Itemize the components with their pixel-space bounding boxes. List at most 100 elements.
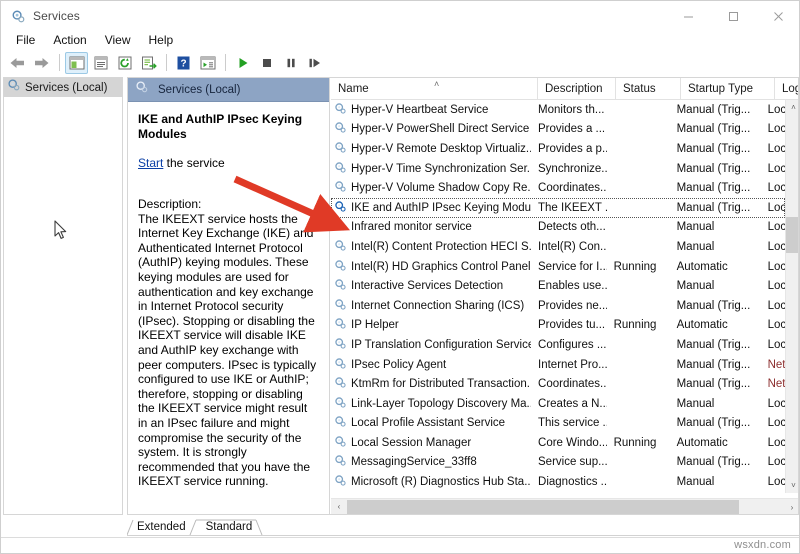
row-logon-cell: Loc: [767, 162, 785, 175]
window-title: Services: [33, 9, 80, 23]
row-name-cell: IP Helper: [331, 317, 531, 333]
table-row[interactable]: Microsoft (R) Diagnostics Hub Sta... Diag…: [331, 472, 785, 492]
services-gear-icon: [334, 219, 347, 235]
toolbar-separator-3: [225, 54, 226, 71]
forward-icon[interactable]: [30, 52, 53, 74]
row-logon-cell: Loc: [767, 417, 785, 430]
row-name-cell: Internet Connection Sharing (ICS): [331, 298, 531, 314]
row-name-cell: Intel(R) Content Protection HECI S...: [331, 239, 531, 255]
row-description-cell: Service sup...: [538, 456, 607, 469]
column-status[interactable]: Status: [616, 78, 681, 100]
row-name-cell: IP Translation Configuration Service: [331, 337, 531, 353]
row-name-cell: Hyper-V Volume Shadow Copy Re...: [331, 180, 531, 196]
row-service-name: Hyper-V PowerShell Direct Service: [351, 123, 530, 136]
row-service-name: IP Helper: [351, 319, 399, 332]
minimize-button[interactable]: [666, 1, 711, 31]
column-name[interactable]: Name ˄: [331, 78, 538, 100]
row-service-name: Local Session Manager: [351, 436, 472, 449]
close-button[interactable]: [756, 1, 799, 31]
table-row[interactable]: MessagingService_33ff8 Service sup... Manu…: [331, 453, 785, 473]
menu-help[interactable]: Help: [140, 32, 183, 49]
back-icon[interactable]: [6, 52, 29, 74]
row-logon-cell: Loc: [767, 260, 785, 273]
row-logon-cell: Loc: [767, 123, 785, 136]
row-startup-type-cell: Automatic: [676, 436, 728, 449]
row-service-name: KtmRm for Distributed Transaction...: [351, 378, 532, 391]
maximize-button[interactable]: [711, 1, 756, 31]
tab-extended[interactable]: Extended: [127, 519, 196, 536]
services-gear-icon: [334, 239, 347, 255]
services-gear-icon: [334, 259, 347, 275]
table-row[interactable]: IP Translation Configuration Service Conf…: [331, 335, 785, 355]
table-row[interactable]: Intel(R) Content Protection HECI S... Int…: [331, 237, 785, 257]
list-column-headers: Name ˄ Description Status Startup Type Log: [331, 78, 798, 100]
horizontal-scrollbar[interactable]: ‹ ›: [331, 498, 798, 515]
table-row[interactable]: KtmRm for Distributed Transaction... Coor…: [331, 374, 785, 394]
table-row[interactable]: Hyper-V Heartbeat Service Monitors th... M…: [331, 100, 785, 120]
row-description-cell: Diagnostics ...: [538, 476, 607, 489]
column-log-on-as[interactable]: Log: [775, 78, 798, 100]
row-logon-cell: Loc: [767, 299, 785, 312]
table-row[interactable]: IKE and AuthIP IPsec Keying Modu... The I…: [331, 197, 785, 218]
services-gear-icon: [334, 298, 347, 314]
row-name-cell: KtmRm for Distributed Transaction...: [331, 376, 531, 392]
body-area: Services (Local) Services (Local) IKE an…: [1, 75, 799, 517]
row-service-name: IKE and AuthIP IPsec Keying Modu...: [351, 201, 532, 214]
table-row[interactable]: IPsec Policy Agent Internet Pro... Manual …: [331, 355, 785, 375]
start-service-icon[interactable]: [231, 52, 254, 74]
restart-service-icon[interactable]: [303, 52, 326, 74]
services-gear-icon: [334, 396, 347, 412]
pause-service-icon[interactable]: [279, 52, 302, 74]
horizontal-scroll-thumb[interactable]: [347, 500, 739, 514]
column-description[interactable]: Description: [538, 78, 616, 100]
scroll-up-button[interactable]: ˄: [786, 100, 798, 115]
tab-standard[interactable]: Standard: [196, 519, 263, 536]
menu-view[interactable]: View: [96, 32, 140, 49]
table-row[interactable]: Hyper-V PowerShell Direct Service Provide…: [331, 120, 785, 140]
row-description-cell: Provides tu...: [538, 319, 606, 332]
row-logon-cell: Loc: [767, 201, 785, 214]
show-hide-console-tree-icon[interactable]: [65, 51, 88, 74]
scroll-left-button[interactable]: ‹: [331, 499, 347, 515]
show-action-pane-icon[interactable]: [196, 52, 219, 74]
row-name-cell: Interactive Services Detection: [331, 278, 531, 294]
table-row[interactable]: Intel(R) HD Graphics Control Panel... Ser…: [331, 257, 785, 277]
row-name-cell: Hyper-V Heartbeat Service: [331, 102, 531, 118]
view-tabs: Extended Standard: [127, 518, 799, 536]
table-row[interactable]: Local Session Manager Core Windo... Runnin…: [331, 433, 785, 453]
table-row[interactable]: Hyper-V Remote Desktop Virtualiz... Provi…: [331, 139, 785, 159]
sidebar-item-services-local[interactable]: Services (Local): [4, 78, 122, 97]
services-gear-icon: [334, 180, 347, 196]
table-row[interactable]: Hyper-V Time Synchronization Ser... Synch…: [331, 159, 785, 179]
scroll-right-button[interactable]: ›: [784, 499, 798, 514]
services-gear-icon: [334, 121, 347, 137]
row-service-name: Microsoft (R) Diagnostics Hub Sta...: [351, 476, 532, 489]
menu-action[interactable]: Action: [44, 32, 95, 49]
table-row[interactable]: Hyper-V Volume Shadow Copy Re... Coordina…: [331, 178, 785, 198]
properties-icon[interactable]: [89, 52, 112, 74]
refresh-icon[interactable]: [113, 52, 136, 74]
menu-file[interactable]: File: [7, 32, 44, 49]
table-row[interactable]: Interactive Services Detection Enables us…: [331, 276, 785, 296]
row-service-name: Intel(R) HD Graphics Control Panel...: [351, 260, 532, 273]
row-description-cell: Detects oth...: [538, 221, 606, 234]
help-icon[interactable]: ?: [172, 52, 195, 74]
vertical-scrollbar[interactable]: ˄ ˅: [785, 100, 798, 493]
console-tree-pane: Services (Local): [3, 77, 123, 515]
scroll-down-button[interactable]: ˅: [786, 478, 798, 493]
table-row[interactable]: Link-Layer Topology Discovery Ma... Creat…: [331, 394, 785, 414]
column-startup-type[interactable]: Startup Type: [681, 78, 775, 100]
toolbar-separator: [59, 54, 60, 71]
row-startup-type-cell: Manual (Trig...: [676, 338, 751, 351]
table-row[interactable]: Local Profile Assistant Service This serv…: [331, 414, 785, 434]
stop-service-icon[interactable]: [255, 52, 278, 74]
table-row[interactable]: Microsoft Account Sign-in AssistantEnabl…: [331, 492, 785, 493]
services-gear-icon: [334, 474, 347, 490]
vertical-scroll-thumb[interactable]: [786, 217, 798, 253]
table-row[interactable]: IP Helper Provides tu... Running Automatic L…: [331, 316, 785, 336]
tab-label: Extended: [137, 521, 186, 533]
export-list-icon[interactable]: [137, 52, 160, 74]
start-service-link[interactable]: Start: [138, 156, 163, 170]
table-row[interactable]: Internet Connection Sharing (ICS) Provide…: [331, 296, 785, 316]
table-row[interactable]: Infrared monitor service Detects oth... Ma…: [331, 218, 785, 238]
